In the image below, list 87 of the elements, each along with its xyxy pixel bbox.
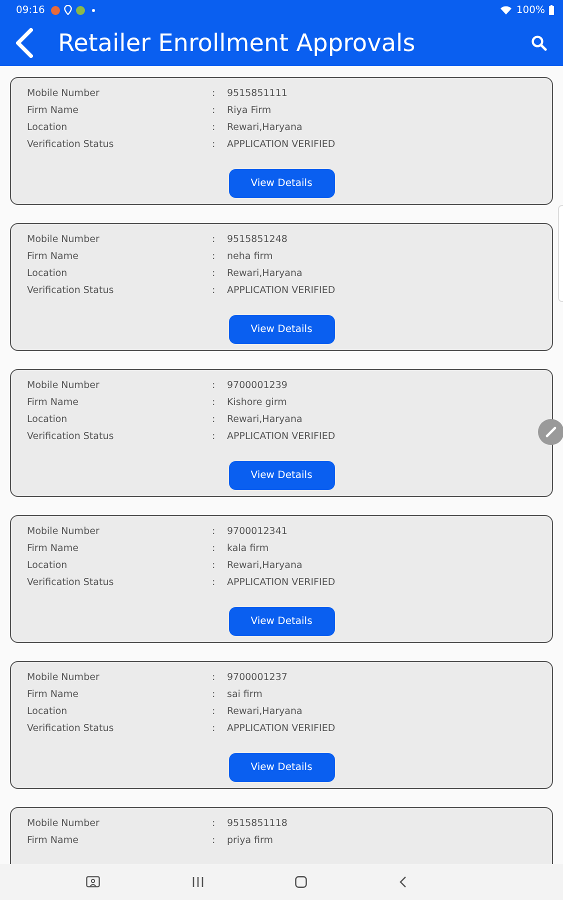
colon-separator: : [212,671,216,684]
search-button[interactable] [531,35,547,51]
colon-separator: : [212,430,216,443]
colon-separator: : [212,705,216,718]
view-details-button[interactable]: View Details [228,169,334,198]
field-label: Firm Name [27,542,80,555]
field-label: Location [27,705,68,718]
field-label: Mobile Number [27,233,100,246]
field-label: Verification Status [27,430,115,443]
pencil-icon [545,426,557,438]
location-pin-icon [64,5,72,15]
colon-separator: : [212,121,216,134]
app-icon [50,6,60,14]
field-value: 9700012341 [227,525,288,538]
field-label: Verification Status [27,576,115,589]
colon-separator: : [212,87,216,100]
wifi-icon [500,5,512,15]
colon-separator: : [212,104,216,117]
colon-separator: : [212,542,216,555]
field-label: Firm Name [27,688,80,701]
notification-dot-icon [92,8,95,12]
field-label: Verification Status [27,138,115,151]
android-icon [76,6,85,14]
recent-apps-icon[interactable] [192,876,204,888]
field-value: Rewari,Haryana [227,705,304,718]
field-label: Firm Name [27,250,80,263]
field-value: Riya Firm [227,104,272,117]
field-value: 9515851111 [227,87,288,100]
field-value: priya firm [227,834,274,847]
field-value: 9515851118 [227,817,288,830]
back-button[interactable] [14,27,34,59]
field-label: Firm Name [27,396,80,409]
back-icon[interactable] [399,876,408,888]
field-label: Location [27,121,68,134]
field-value: sai firm [227,688,264,701]
battery-level: 100% [516,4,545,16]
field-label: Firm Name [27,104,80,117]
field-value: Kishore girm [227,396,288,409]
view-details-button[interactable]: View Details [228,461,334,490]
field-label: Mobile Number [27,525,100,538]
field-value: 9700001239 [227,379,288,392]
field-value: 9515851248 [227,233,288,246]
colon-separator: : [212,834,216,847]
field-value: Rewari,Haryana [227,121,304,134]
colon-separator: : [212,250,216,263]
colon-separator: : [212,396,216,409]
field-label: Verification Status [27,284,115,297]
field-label: Location [27,559,68,572]
colon-separator: : [212,267,216,280]
field-value: APPLICATION VERIFIED [227,284,336,297]
field-value: Rewari,Haryana [227,267,304,280]
field-value: APPLICATION VERIFIED [227,430,336,443]
battery-icon [549,5,554,15]
colon-separator: : [212,525,216,538]
field-label: Mobile Number [27,671,100,684]
field-label: Mobile Number [27,379,100,392]
colon-separator: : [212,817,216,830]
view-details-button[interactable]: View Details [228,753,334,782]
colon-separator: : [212,559,216,572]
colon-separator: : [212,576,216,589]
colon-separator: : [212,233,216,246]
colon-separator: : [212,138,216,151]
colon-separator: : [212,284,216,297]
field-value: APPLICATION VERIFIED [227,576,336,589]
colon-separator: : [212,413,216,426]
colon-separator: : [212,688,216,701]
status-time: 09:16 [16,4,45,16]
field-value: neha firm [227,250,274,263]
colon-separator: : [212,379,216,392]
field-label: Mobile Number [27,87,100,100]
field-value: 9700001237 [227,671,288,684]
page-title: Retailer Enrollment Approvals [58,29,416,57]
field-label: Firm Name [27,834,80,847]
field-value: Rewari,Haryana [227,413,304,426]
field-label: Location [27,413,68,426]
field-label: Verification Status [27,722,115,735]
colon-separator: : [212,722,216,735]
screenshot-icon[interactable] [86,876,100,888]
home-icon[interactable] [295,876,308,888]
view-details-button[interactable]: View Details [228,607,334,636]
field-value: APPLICATION VERIFIED [227,138,336,151]
field-label: Location [27,267,68,280]
field-value: Rewari,Haryana [227,559,304,572]
view-details-button[interactable]: View Details [228,315,334,344]
field-value: APPLICATION VERIFIED [227,722,336,735]
field-label: Mobile Number [27,817,100,830]
field-value: kala firm [227,542,270,555]
